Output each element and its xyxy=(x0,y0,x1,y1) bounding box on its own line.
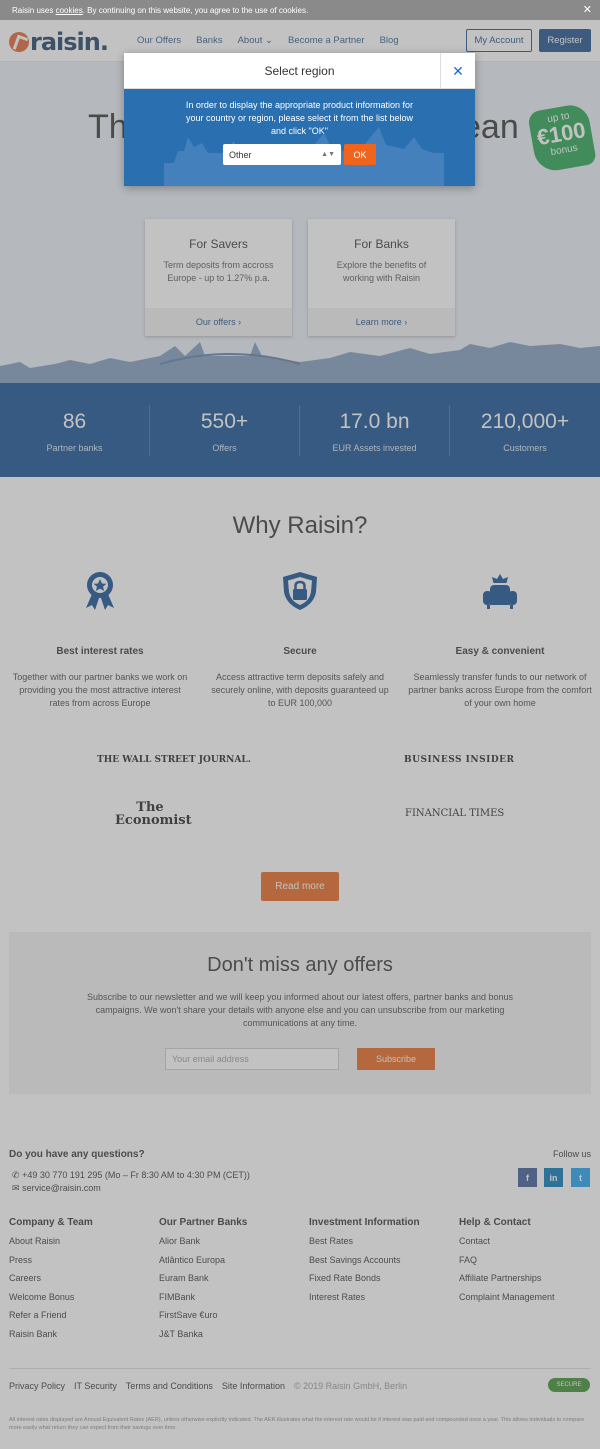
cookie-text-pre: Raisin uses xyxy=(12,5,54,15)
modal-title: Select region xyxy=(264,63,335,78)
region-select[interactable]: Other ▲▼ xyxy=(223,144,341,165)
select-arrows-icon: ▲▼ xyxy=(321,151,335,158)
cookie-bar: Raisin uses cookies. By continuing on th… xyxy=(0,0,600,20)
region-selected-value: Other xyxy=(229,149,252,160)
select-region-modal: Select region ✕ In order to display the … xyxy=(124,53,475,186)
cookie-close-icon[interactable]: ✕ xyxy=(583,3,592,16)
cookie-link[interactable]: cookies xyxy=(56,6,83,15)
close-icon[interactable]: ✕ xyxy=(440,53,475,89)
ok-button[interactable]: OK xyxy=(344,144,376,165)
cookie-text-post: . By continuing on this website, you agr… xyxy=(82,5,309,15)
modal-overlay[interactable] xyxy=(0,20,600,1449)
modal-header: Select region ✕ xyxy=(124,53,475,89)
